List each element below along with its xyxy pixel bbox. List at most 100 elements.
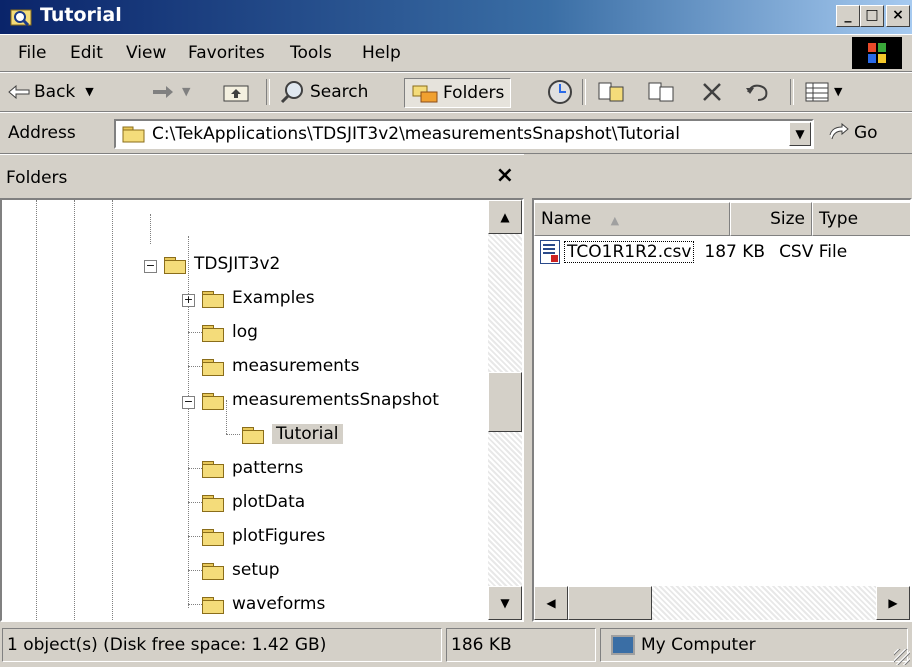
toolbar-separator <box>582 79 586 105</box>
forward-button[interactable]: ▼ <box>152 78 190 106</box>
status-zone: My Computer <box>600 628 908 662</box>
folder-icon <box>202 459 224 478</box>
scroll-down-button[interactable]: ▼ <box>488 586 522 620</box>
status-bar: 1 object(s) (Disk free space: 1.42 GB) 1… <box>0 622 912 667</box>
scroll-up-button[interactable]: ▲ <box>488 200 522 234</box>
column-name-label: Name <box>541 209 592 229</box>
tree-guide <box>188 604 202 605</box>
tree-item[interactable]: TDSJIT3v2 <box>164 248 280 280</box>
tree-item-label: Tutorial <box>272 424 343 444</box>
maximize-button[interactable]: □ <box>860 5 884 27</box>
back-arrow-icon <box>8 85 30 99</box>
file-list[interactable]: Name ▲ Size Type TCO1R1R2.csv 187 KB CSV… <box>532 198 912 622</box>
folders-button[interactable]: Folders <box>404 78 512 108</box>
address-bar: Address C:\TekApplications\TDSJIT3v2\mea… <box>0 112 912 154</box>
menu-help[interactable]: Help <box>362 43 401 63</box>
folder-icon <box>202 323 224 342</box>
menu-file[interactable]: File <box>18 43 46 63</box>
delete-icon <box>703 83 721 101</box>
go-label: Go <box>854 123 878 143</box>
tree-item[interactable]: waveforms <box>202 588 325 620</box>
csv-file-icon <box>540 240 560 264</box>
file-row[interactable]: TCO1R1R2.csv 187 KB CSV File <box>540 240 847 264</box>
folder-icon <box>202 493 224 512</box>
tree-item-label: TDSJIT3v2 <box>194 254 281 274</box>
move-to-icon <box>598 82 624 102</box>
copy-to-icon <box>648 82 674 102</box>
column-header-name[interactable]: Name ▲ <box>534 202 730 236</box>
menu-favorites[interactable]: Favorites <box>188 43 265 63</box>
collapse-toggle[interactable]: − <box>182 396 195 409</box>
move-to-button[interactable] <box>596 78 626 106</box>
scroll-thumb[interactable] <box>488 372 522 432</box>
tree-item-selected[interactable]: Tutorial <box>242 418 343 450</box>
close-icon[interactable]: × <box>496 163 514 188</box>
menu-edit[interactable]: Edit <box>70 43 103 63</box>
pane-splitter[interactable] <box>524 198 532 622</box>
copy-to-button[interactable] <box>646 78 676 106</box>
tree-guide <box>188 502 202 503</box>
minimize-button[interactable]: _ <box>836 5 860 27</box>
undo-button[interactable] <box>744 78 772 106</box>
folders-title: Folders <box>6 168 68 188</box>
address-dropdown-button[interactable]: ▼ <box>789 122 811 146</box>
views-button[interactable]: ▼ <box>804 78 842 106</box>
folder-tree[interactable]: − TDSJIT3v2 + Examples log measurements … <box>0 198 524 622</box>
tree-item[interactable]: Examples <box>202 282 315 314</box>
tree-item[interactable]: plotData <box>202 486 305 518</box>
tree-vertical-scrollbar[interactable]: ▲ ▼ <box>488 200 522 620</box>
tree-item[interactable]: setup <box>202 554 280 586</box>
scroll-thumb[interactable] <box>568 586 652 620</box>
file-size: 187 KB <box>704 242 766 262</box>
close-button[interactable]: × <box>886 5 910 27</box>
sort-ascending-icon: ▲ <box>610 214 620 227</box>
folder-icon <box>202 391 224 410</box>
chevron-down-icon[interactable]: ▼ <box>834 78 842 106</box>
column-header-type[interactable]: Type <box>812 202 910 236</box>
go-button[interactable]: Go <box>828 123 878 143</box>
tree-item[interactable]: measurements <box>202 350 359 382</box>
open-folder-icon <box>242 425 264 444</box>
chevron-down-icon[interactable]: ▼ <box>85 78 93 106</box>
tree-item[interactable]: plotFigures <box>202 520 325 552</box>
window-title: Tutorial <box>40 4 122 26</box>
history-icon <box>548 80 572 104</box>
toolbar-separator <box>790 79 794 105</box>
tree-item[interactable]: log <box>202 316 258 348</box>
views-icon <box>805 82 829 102</box>
menu-view[interactable]: View <box>126 43 166 63</box>
title-bar[interactable]: Tutorial _ □ × <box>0 0 912 34</box>
folder-icon <box>202 357 224 376</box>
scroll-left-button[interactable]: ◀ <box>534 586 568 620</box>
tree-guide <box>150 214 151 244</box>
folders-pane-header: Folders × <box>0 154 524 199</box>
column-header-size[interactable]: Size <box>730 202 812 236</box>
back-button[interactable]: Back ▼ <box>8 78 94 106</box>
explorer-window-icon <box>10 9 32 27</box>
scroll-right-button[interactable]: ▶ <box>876 586 910 620</box>
my-computer-icon <box>611 635 635 655</box>
tree-item[interactable]: patterns <box>202 452 303 484</box>
folder-icon <box>202 527 224 546</box>
delete-button[interactable] <box>700 78 724 106</box>
history-button[interactable] <box>546 78 574 106</box>
expand-toggle[interactable]: + <box>182 294 195 307</box>
file-list-horizontal-scrollbar[interactable]: ◀ ▶ <box>534 586 910 620</box>
tree-guide <box>188 536 202 537</box>
up-button[interactable] <box>222 78 250 106</box>
collapse-toggle[interactable]: − <box>144 260 157 273</box>
chevron-down-icon[interactable]: ▼ <box>182 78 190 106</box>
address-label: Address <box>8 123 76 143</box>
menu-tools[interactable]: Tools <box>290 43 332 63</box>
tree-item[interactable]: measurementsSnapshot <box>202 384 439 416</box>
up-folder-icon <box>223 85 249 102</box>
file-name[interactable]: TCO1R1R2.csv <box>564 241 695 263</box>
address-input[interactable]: C:\TekApplications\TDSJIT3v2\measurement… <box>114 119 814 149</box>
resize-grip[interactable] <box>894 649 910 665</box>
tree-guide <box>188 570 202 571</box>
search-button[interactable]: Search <box>280 78 368 106</box>
tree-guide <box>188 468 202 469</box>
tree-guide <box>188 236 189 608</box>
tree-item-label: plotData <box>232 492 306 512</box>
tree-guide <box>226 434 240 435</box>
